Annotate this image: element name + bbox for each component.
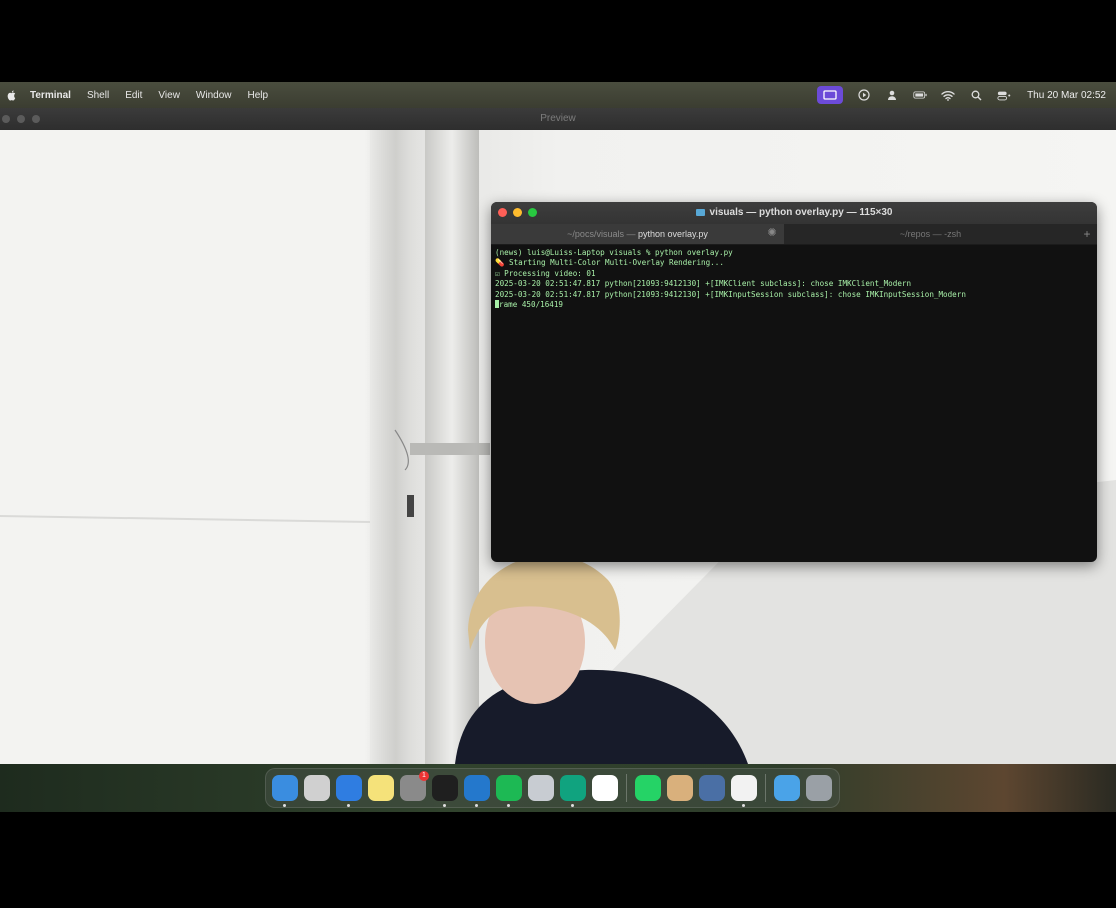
user-icon[interactable]	[885, 88, 899, 102]
terminal-title: visuals — python overlay.py — 115×30	[491, 207, 1097, 218]
terminal-tab-visuals[interactable]: ~/pocs/visuals — python overlay.py ✺	[491, 224, 784, 244]
finder-icon[interactable]	[272, 775, 298, 807]
menu-terminal[interactable]: Terminal	[30, 90, 71, 101]
terminal-icon[interactable]	[432, 775, 458, 807]
archive-utility-icon[interactable]	[667, 775, 693, 801]
notification-badge: 1	[419, 771, 429, 781]
terminal-output[interactable]: (news) luis@Luiss-Laptop visuals % pytho…	[491, 245, 1097, 313]
network-radar-icon[interactable]	[699, 775, 725, 801]
running-indicator	[507, 804, 510, 807]
terminal-line: 💊 Starting Multi-Color Multi-Overlay Ren…	[495, 258, 724, 268]
tab-command: python overlay.py	[637, 229, 708, 239]
system-settings-icon[interactable]: 1	[400, 771, 429, 801]
launchpad-icon[interactable]	[304, 775, 330, 801]
terminal-tab-repos[interactable]: ~/repos — -zsh	[784, 224, 1077, 244]
menu-view[interactable]: View	[158, 90, 180, 101]
terminal-line: 2025-03-20 02:51:47.817 python[21093:941…	[495, 289, 966, 299]
chatgpt-icon[interactable]	[560, 775, 586, 807]
dock: 1	[265, 768, 840, 808]
wifi-icon[interactable]	[941, 88, 955, 102]
menu-shell[interactable]: Shell	[87, 90, 109, 101]
safari-icon[interactable]	[336, 775, 362, 807]
menu-bar: Terminal Shell Edit View Window Help Thu…	[0, 82, 1116, 108]
menu-edit[interactable]: Edit	[125, 90, 142, 101]
terminal-progress-text: rame 450/16419	[499, 300, 564, 310]
dock-separator	[765, 774, 766, 802]
battery-icon[interactable]	[913, 88, 927, 102]
activity-indicator-icon: ✺	[767, 227, 777, 239]
play-circle-icon[interactable]	[857, 88, 871, 102]
spotify-icon[interactable]	[496, 775, 522, 807]
menu-help[interactable]: Help	[248, 90, 269, 101]
status-area: Thu 20 Mar 02:52	[817, 82, 1106, 108]
folder-icon	[695, 208, 705, 216]
search-icon[interactable]	[969, 88, 983, 102]
new-tab-button[interactable]: +	[1077, 224, 1097, 244]
apple-menu-icon[interactable]	[6, 89, 18, 101]
running-indicator	[443, 804, 446, 807]
tab-path: ~/pocs/visuals —	[567, 229, 638, 239]
downloads-folder-icon[interactable]	[774, 775, 800, 801]
terminal-progress-line: rame 450/16419	[495, 300, 1093, 310]
terminal-line: ☑ Processing video: 01	[495, 268, 596, 278]
menu-window[interactable]: Window	[196, 90, 232, 101]
menu-bar-clock[interactable]: Thu 20 Mar 02:52	[1027, 90, 1106, 101]
dock-separator	[626, 774, 627, 802]
terminal-line: (news) luis@Luiss-Laptop visuals % pytho…	[495, 248, 733, 257]
desktop-screen: Terminal Shell Edit View Window Help Thu…	[0, 82, 1116, 812]
preview-window-title: Preview	[540, 113, 576, 124]
screen-mirroring-icon[interactable]	[817, 86, 844, 104]
running-indicator	[571, 804, 574, 807]
preview-window-titlebar[interactable]: Preview	[0, 108, 1116, 131]
terminal-line: 2025-03-20 02:51:47.817 python[21093:941…	[495, 279, 912, 289]
tab-path: ~/repos — -zsh	[899, 229, 962, 239]
control-center-icon[interactable]	[997, 88, 1011, 102]
preview-photo: visuals — python overlay.py — 115×30 ~/p…	[0, 130, 1116, 764]
whatsapp-icon[interactable]	[635, 775, 661, 801]
running-indicator	[742, 804, 745, 807]
notion-icon[interactable]	[592, 775, 618, 801]
running-indicator	[475, 804, 478, 807]
vscode-icon[interactable]	[464, 775, 490, 807]
running-indicator	[283, 804, 286, 807]
terminal-window[interactable]: visuals — python overlay.py — 115×30 ~/p…	[491, 202, 1097, 562]
terminal-title-text: visuals — python overlay.py — 115×30	[709, 207, 893, 218]
notes-icon[interactable]	[368, 775, 394, 801]
terminal-tab-bar: ~/pocs/visuals — python overlay.py ✺ ~/r…	[491, 224, 1097, 245]
textedit-document-icon[interactable]	[731, 775, 757, 807]
terminal-titlebar[interactable]: visuals — python overlay.py — 115×30	[491, 202, 1097, 224]
trash-icon[interactable]	[806, 775, 832, 801]
running-indicator	[347, 804, 350, 807]
disk-utility-icon[interactable]	[528, 775, 554, 801]
